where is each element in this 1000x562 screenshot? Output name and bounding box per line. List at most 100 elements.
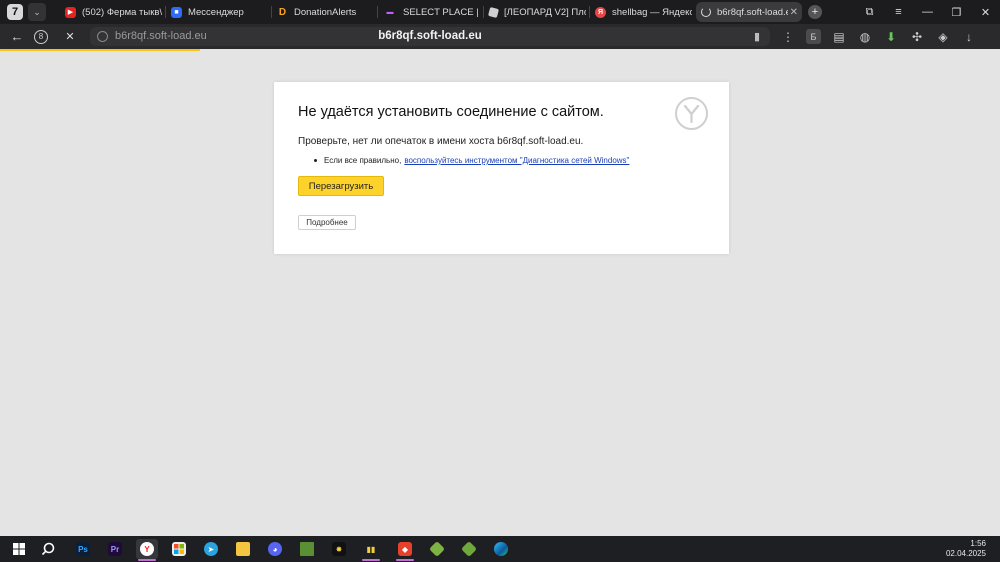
- tab-label: DonationAlerts: [294, 6, 357, 18]
- globe-icon[interactable]: ◍: [852, 30, 878, 44]
- donationalerts-icon: D: [278, 6, 287, 18]
- tab-youtube[interactable]: ▶ (502) Ферма тыкв\: [60, 2, 166, 22]
- tabs: ▶ (502) Ферма тыкв\ ■ Мессенджер D Donat…: [60, 0, 822, 24]
- roblox-icon: [487, 6, 500, 18]
- alice-icon[interactable]: ◈: [930, 30, 956, 44]
- minecraft-icon[interactable]: [296, 539, 318, 559]
- collections-icon[interactable]: ▤: [826, 30, 852, 44]
- store-bag-icon: [172, 542, 186, 556]
- clock-time: 1:56: [970, 539, 986, 548]
- edge-icon[interactable]: [490, 539, 512, 559]
- extensions-puzzle-icon[interactable]: ✣: [904, 30, 930, 44]
- back-button[interactable]: ←: [3, 29, 31, 44]
- network-diagnostics-link[interactable]: воспользуйтесь инструментом "Диагностика…: [404, 156, 629, 165]
- app-icon[interactable]: ▮▮: [360, 539, 382, 561]
- reload-button[interactable]: Перезагрузить: [298, 176, 384, 196]
- grass-block-icon: [300, 542, 314, 556]
- yandex-y-icon: Y: [140, 542, 154, 556]
- minecraft-icon[interactable]: [426, 539, 448, 559]
- anydesk-icon[interactable]: ◆: [394, 539, 416, 561]
- close-tab-icon[interactable]: ✕: [790, 7, 798, 18]
- error-hint: Проверьте, нет ли опечаток в имени хоста…: [298, 136, 584, 147]
- bullet-prefix: Если все правильно,: [324, 156, 402, 165]
- magnifier-icon: [41, 542, 55, 556]
- tab-list-chevron-icon[interactable]: ⌄: [28, 3, 46, 21]
- bookmark-icon[interactable]: ▮: [754, 30, 760, 43]
- running-indicator: [396, 559, 414, 561]
- new-tab-button[interactable]: +: [808, 5, 822, 19]
- discord-icon[interactable]: ◕: [264, 539, 286, 559]
- page-loading-bar: [0, 49, 200, 51]
- close-window-button[interactable]: ✕: [971, 6, 1000, 19]
- clock-date: 02.04.2025: [945, 549, 986, 558]
- minimize-button[interactable]: —: [913, 6, 942, 18]
- yandex-icon: Я: [595, 6, 606, 18]
- system-clock[interactable]: 1:56 02.04.2025: [946, 539, 986, 559]
- window-controls: ⧉ ≡ — ❐ ✕: [855, 0, 1000, 24]
- stop-button[interactable]: ✕: [56, 30, 84, 43]
- windows-logo-icon: [13, 543, 25, 555]
- tab-strip: 7 ⌄ ▶ (502) Ферма тыкв\ ■ Мессенджер D D…: [0, 0, 1000, 24]
- selectplace-icon: ▬: [386, 8, 394, 16]
- error-card: Не удаётся установить соединение с сайто…: [274, 82, 729, 254]
- address-bar[interactable]: b6r8qf.soft-load.eu b6r8qf.soft-load.eu …: [90, 27, 770, 46]
- tab-counter[interactable]: 7: [7, 4, 23, 20]
- yellow-app-icon: ▮▮: [364, 542, 378, 556]
- toolbar: ← 8 ✕ b6r8qf.soft-load.eu b6r8qf.soft-lo…: [0, 24, 1000, 49]
- tab-label: Мессенджер: [188, 6, 244, 18]
- edge-logo-icon: [494, 542, 508, 556]
- tab-label: (502) Ферма тыкв\: [82, 6, 162, 18]
- error-bullet: Если все правильно, воспользуйтесь инстр…: [314, 156, 629, 165]
- tab-label: SELECT PLACE | Ис: [403, 6, 480, 18]
- anydesk-logo-icon: ◆: [398, 542, 412, 556]
- tab-messenger[interactable]: ■ Мессенджер: [166, 2, 272, 22]
- tabs-view-icon[interactable]: ⧉: [855, 6, 884, 19]
- folder-icon: [236, 542, 250, 556]
- active-indicator: [138, 559, 156, 561]
- protect-icon[interactable]: 8: [34, 29, 48, 44]
- running-indicator: [362, 559, 380, 561]
- more-icon[interactable]: ⋮: [775, 30, 801, 44]
- ms-store-icon[interactable]: [168, 539, 190, 559]
- grass-block-icon: [461, 541, 477, 557]
- photoshop-icon[interactable]: Ps: [72, 539, 94, 559]
- error-title: Не удаётся установить соединение с сайто…: [298, 104, 604, 120]
- toolbar-right: ⋮ Б ▤ ◍ ⬇ ✣ ◈ ↓: [775, 24, 982, 49]
- youtube-icon: ▶: [65, 6, 76, 18]
- file-explorer-icon[interactable]: [232, 539, 254, 559]
- details-button[interactable]: Подробнее: [298, 215, 356, 230]
- bullet-dot: [314, 159, 317, 162]
- tab-label: shellbag — Яндекс: [612, 6, 692, 18]
- photoshop-label: Ps: [76, 542, 90, 556]
- telegram-icon[interactable]: ➤: [200, 539, 222, 559]
- yandex-browser-logo-icon: [675, 97, 708, 130]
- tab-active[interactable]: b6r8qf.soft-load.e ✕: [696, 2, 802, 22]
- address-title: b6r8qf.soft-load.eu: [378, 30, 482, 42]
- minecraft-icon[interactable]: [458, 539, 480, 559]
- loading-icon: [701, 7, 711, 17]
- tab-donationalerts[interactable]: D DonationAlerts: [272, 2, 378, 22]
- app-icon[interactable]: ✸: [328, 539, 350, 559]
- yandex-browser-icon[interactable]: Y: [136, 539, 158, 561]
- tab-label: [ЛЕОПАРД V2] Пло: [504, 6, 586, 18]
- tab-label: b6r8qf.soft-load.e: [717, 6, 788, 18]
- premiere-label: Pr: [108, 542, 122, 556]
- search-icon[interactable]: [37, 539, 59, 559]
- tab-yandex[interactable]: Я shellbag — Яндекс: [590, 2, 696, 22]
- extension-b-icon[interactable]: Б: [806, 29, 821, 44]
- restore-button[interactable]: ❐: [942, 6, 971, 19]
- discord-logo-icon: ◕: [268, 542, 282, 556]
- grass-block-icon: [429, 541, 445, 557]
- burst-icon: ✸: [332, 542, 346, 556]
- messenger-icon: ■: [171, 6, 182, 18]
- premiere-icon[interactable]: Pr: [104, 539, 126, 559]
- tab-roblox[interactable]: [ЛЕОПАРД V2] Пло: [484, 2, 590, 22]
- yandex-y-icon: [683, 104, 700, 123]
- tab-select-place[interactable]: ▬ SELECT PLACE | Ис: [378, 2, 484, 22]
- paper-plane-icon: ➤: [204, 542, 218, 556]
- menu-icon[interactable]: ≡: [884, 6, 913, 18]
- downloads-icon[interactable]: ↓: [956, 30, 982, 44]
- windows-start-icon[interactable]: [8, 539, 30, 559]
- extension-download-icon[interactable]: ⬇: [878, 30, 904, 44]
- taskbar: Ps Pr Y ➤ ◕ ✸ ▮▮ ◆ 1:56 02.04.2025: [0, 536, 1000, 562]
